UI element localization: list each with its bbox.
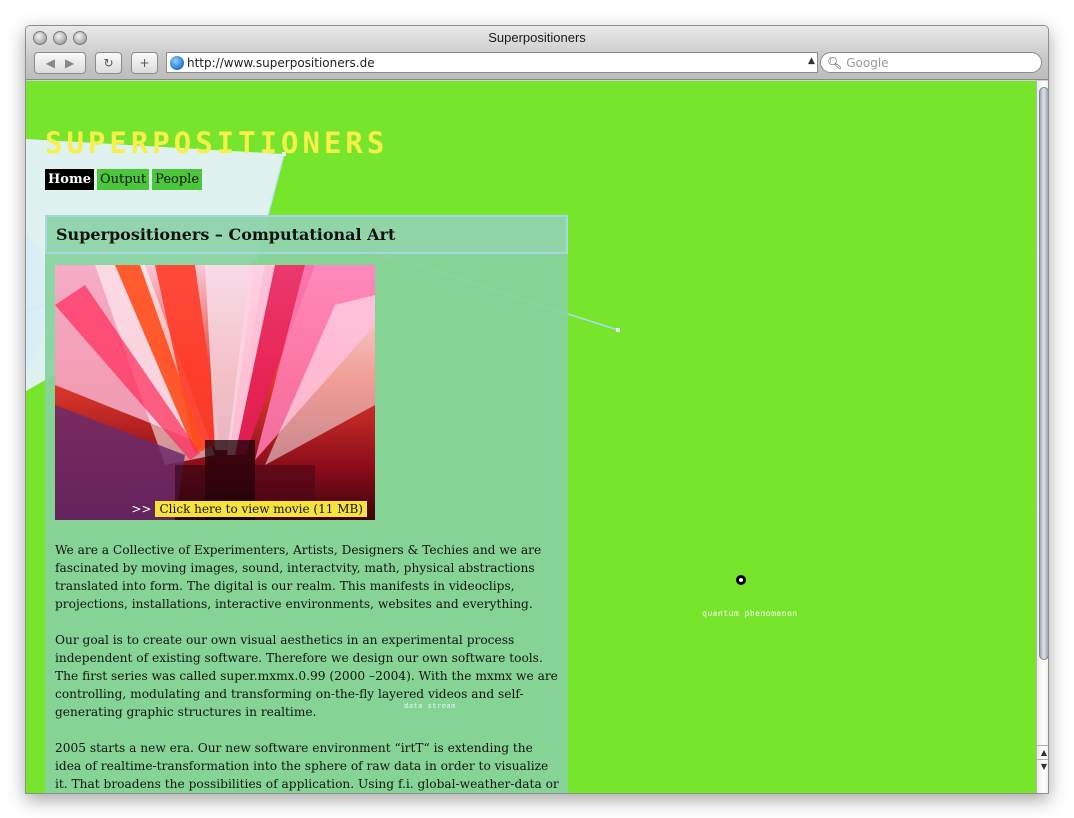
view-movie-button[interactable]: Click here to view movie (11 MB) — [155, 501, 367, 517]
goal-paragraph: Our goal is to create our own visual aes… — [55, 633, 558, 719]
movie-link[interactable]: >> Click here to view movie (11 MB) — [131, 501, 367, 517]
page-viewport: SUPERPOSITIONERS Home Output People Supe… — [26, 81, 1036, 793]
quantum-phenomenon-marker[interactable] — [736, 575, 746, 585]
nav-people[interactable]: People — [152, 169, 203, 190]
address-text[interactable]: http://www.superpositioners.de — [187, 56, 375, 70]
reload-button[interactable]: ↻ — [95, 52, 122, 74]
window-title: Superpositioners — [488, 30, 586, 45]
back-arrow-icon[interactable]: ◀ — [46, 56, 55, 70]
reload-icon: ↻ — [103, 56, 114, 70]
panel-title: Superpositioners – Computational Art — [45, 215, 568, 254]
search-icon[interactable]: 🔍︎ — [827, 56, 842, 70]
content-panel: Superpositioners – Computational Art >> … — [45, 215, 568, 793]
globe-icon — [170, 55, 184, 70]
movie-still-image[interactable]: >> Click here to view movie (11 MB) — [55, 265, 375, 520]
title-bar: Superpositioners ◀ ▶ ↻ + http://www.supe… — [26, 26, 1048, 80]
back-forward-buttons[interactable]: ◀ ▶ — [34, 52, 86, 74]
abstract-art-graphic — [55, 265, 375, 520]
era-paragraph: 2005 starts a new era. Our new software … — [55, 741, 559, 791]
quantum-phenomenon-label: quantum phenomenon — [702, 609, 798, 618]
site-logo[interactable]: SUPERPOSITIONERS — [45, 126, 388, 160]
vertical-scrollbar[interactable]: ▲ ▼ — [1036, 81, 1048, 793]
search-placeholder: Google — [846, 55, 889, 70]
intro-paragraph: We are a Collective of Experimenters, Ar… — [55, 543, 542, 611]
forward-arrow-icon[interactable]: ▶ — [65, 56, 74, 70]
search-field[interactable]: 🔍︎ Google — [820, 52, 1042, 73]
address-bar[interactable]: http://www.superpositioners.de — [166, 52, 818, 73]
movie-arrows-icon: >> — [131, 502, 152, 516]
add-bookmark-button[interactable]: + — [131, 52, 158, 74]
browser-window: Superpositioners ◀ ▶ ↻ + http://www.supe… — [25, 25, 1049, 794]
address-dropdown-icon[interactable]: ▲ — [808, 56, 815, 66]
plus-icon: + — [139, 56, 150, 70]
data-stream-label: data stream — [404, 702, 456, 710]
scroll-up-arrow-icon[interactable]: ▲ — [1037, 745, 1048, 759]
scrollbar-thumb[interactable] — [1039, 87, 1048, 660]
scroll-down-arrow-icon[interactable]: ▼ — [1037, 759, 1048, 773]
nav-output[interactable]: Output — [96, 169, 150, 190]
main-nav: Home Output People — [45, 169, 203, 190]
nav-home[interactable]: Home — [45, 169, 94, 190]
